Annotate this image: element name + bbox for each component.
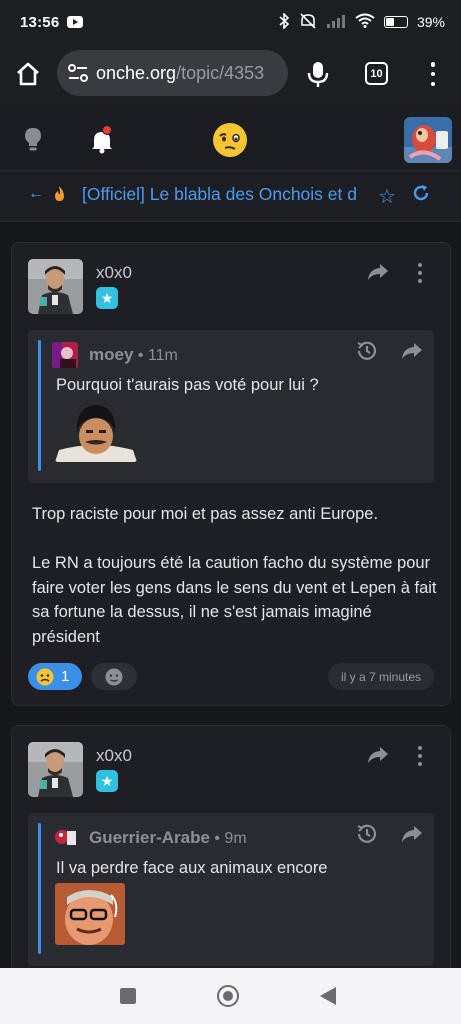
home-button[interactable] (217, 985, 239, 1007)
quote-block: Guerrier-Arabe • 9m Il va perdre face au… (28, 813, 434, 966)
quote-bar (38, 823, 41, 954)
recent-apps-button[interactable] (120, 988, 136, 1004)
url-text: onche.org/topic/4353 (96, 62, 265, 83)
browser-toolbar: onche.org/topic/4353 10 (0, 44, 461, 104)
sad-smiley-icon (36, 668, 54, 685)
quote-sticker-image (55, 883, 125, 945)
site-settings-icon[interactable] (67, 62, 89, 84)
microphone-icon[interactable] (306, 60, 330, 88)
post-author-avatar[interactable] (28, 259, 83, 314)
tab-switcher-button[interactable]: 10 (365, 62, 388, 85)
history-icon[interactable] (355, 339, 379, 363)
grey-smiley-icon (105, 668, 123, 685)
system-navigation-bar (0, 968, 461, 1024)
quote-author-name[interactable]: moey • 11m (89, 345, 178, 365)
post-more-options-icon[interactable] (416, 263, 424, 283)
status-time: 13:56 (20, 13, 60, 31)
post-author-name[interactable]: x0x0 (96, 746, 132, 766)
quote-text: Pourquoi t'aurais pas voté pour lui ? (56, 376, 319, 394)
cellular-signal-icon (326, 14, 346, 31)
user-avatar[interactable] (404, 117, 452, 163)
quote-sticker-image (55, 402, 137, 462)
back-button[interactable] (320, 987, 336, 1005)
youtube-notification-icon (67, 16, 84, 28)
quote-author-avatar[interactable] (52, 825, 78, 851)
favorite-star-icon[interactable]: ☆ (378, 184, 396, 209)
site-header (0, 104, 461, 170)
post-paragraph: Le RN a toujours été la caution facho du… (32, 554, 437, 646)
reaction-count: 1 (61, 668, 70, 685)
bluetooth-icon (278, 11, 290, 32)
notification-dot (102, 125, 112, 135)
fire-icon (53, 185, 66, 206)
site-logo-smiley-icon[interactable] (212, 122, 248, 158)
home-icon[interactable] (14, 60, 42, 88)
posts-feed: x0x0 ★ moey • 11m Pourquoi t'aurais pas … (0, 222, 461, 968)
quote-block: moey • 11m Pourquoi t'aurais pas voté po… (28, 330, 434, 483)
mute-icon (299, 12, 317, 32)
quote-author-avatar[interactable] (52, 342, 78, 368)
topic-header: ← [Officiel] Le blabla des Onchois et d … (0, 170, 461, 222)
status-bar: 13:56 39% (0, 0, 461, 44)
user-rank-badge-icon: ★ (96, 287, 118, 309)
post-body: Trop raciste pour moi et pas assez anti … (32, 502, 442, 674)
history-icon[interactable] (355, 822, 379, 846)
share-icon[interactable] (401, 824, 423, 844)
battery-percent: 39% (416, 14, 445, 30)
share-icon[interactable] (401, 341, 423, 361)
refresh-icon[interactable] (412, 184, 430, 208)
post-timestamp[interactable]: il y a 7 minutes (328, 663, 434, 690)
add-reaction-button[interactable] (91, 663, 137, 690)
topic-title[interactable]: [Officiel] Le blabla des Onchois et d (82, 184, 370, 205)
wifi-icon (355, 13, 375, 31)
quote-author-name[interactable]: Guerrier-Arabe • 9m (89, 828, 247, 848)
back-arrow-icon[interactable]: ← (28, 185, 44, 203)
post-paragraph: Trop raciste pour moi et pas assez anti … (32, 505, 379, 523)
lightbulb-icon[interactable] (22, 126, 44, 152)
post-author-avatar[interactable] (28, 742, 83, 797)
browser-menu-icon[interactable] (424, 62, 442, 86)
post-card: x0x0 ★ Guerrier-Arabe • 9m Il va perdre … (11, 725, 451, 968)
user-rank-badge-icon: ★ (96, 770, 118, 792)
reaction-button-active[interactable]: 1 (28, 663, 82, 690)
quote-bar (38, 340, 41, 471)
post-author-name[interactable]: x0x0 (96, 263, 132, 283)
share-icon[interactable] (367, 745, 389, 765)
address-bar[interactable]: onche.org/topic/4353 (57, 50, 288, 96)
share-icon[interactable] (367, 262, 389, 282)
quote-text: Il va perdre face aux animaux encore (56, 859, 328, 877)
post-more-options-icon[interactable] (416, 746, 424, 766)
battery-icon (383, 16, 408, 28)
post-card: x0x0 ★ moey • 11m Pourquoi t'aurais pas … (11, 242, 451, 706)
